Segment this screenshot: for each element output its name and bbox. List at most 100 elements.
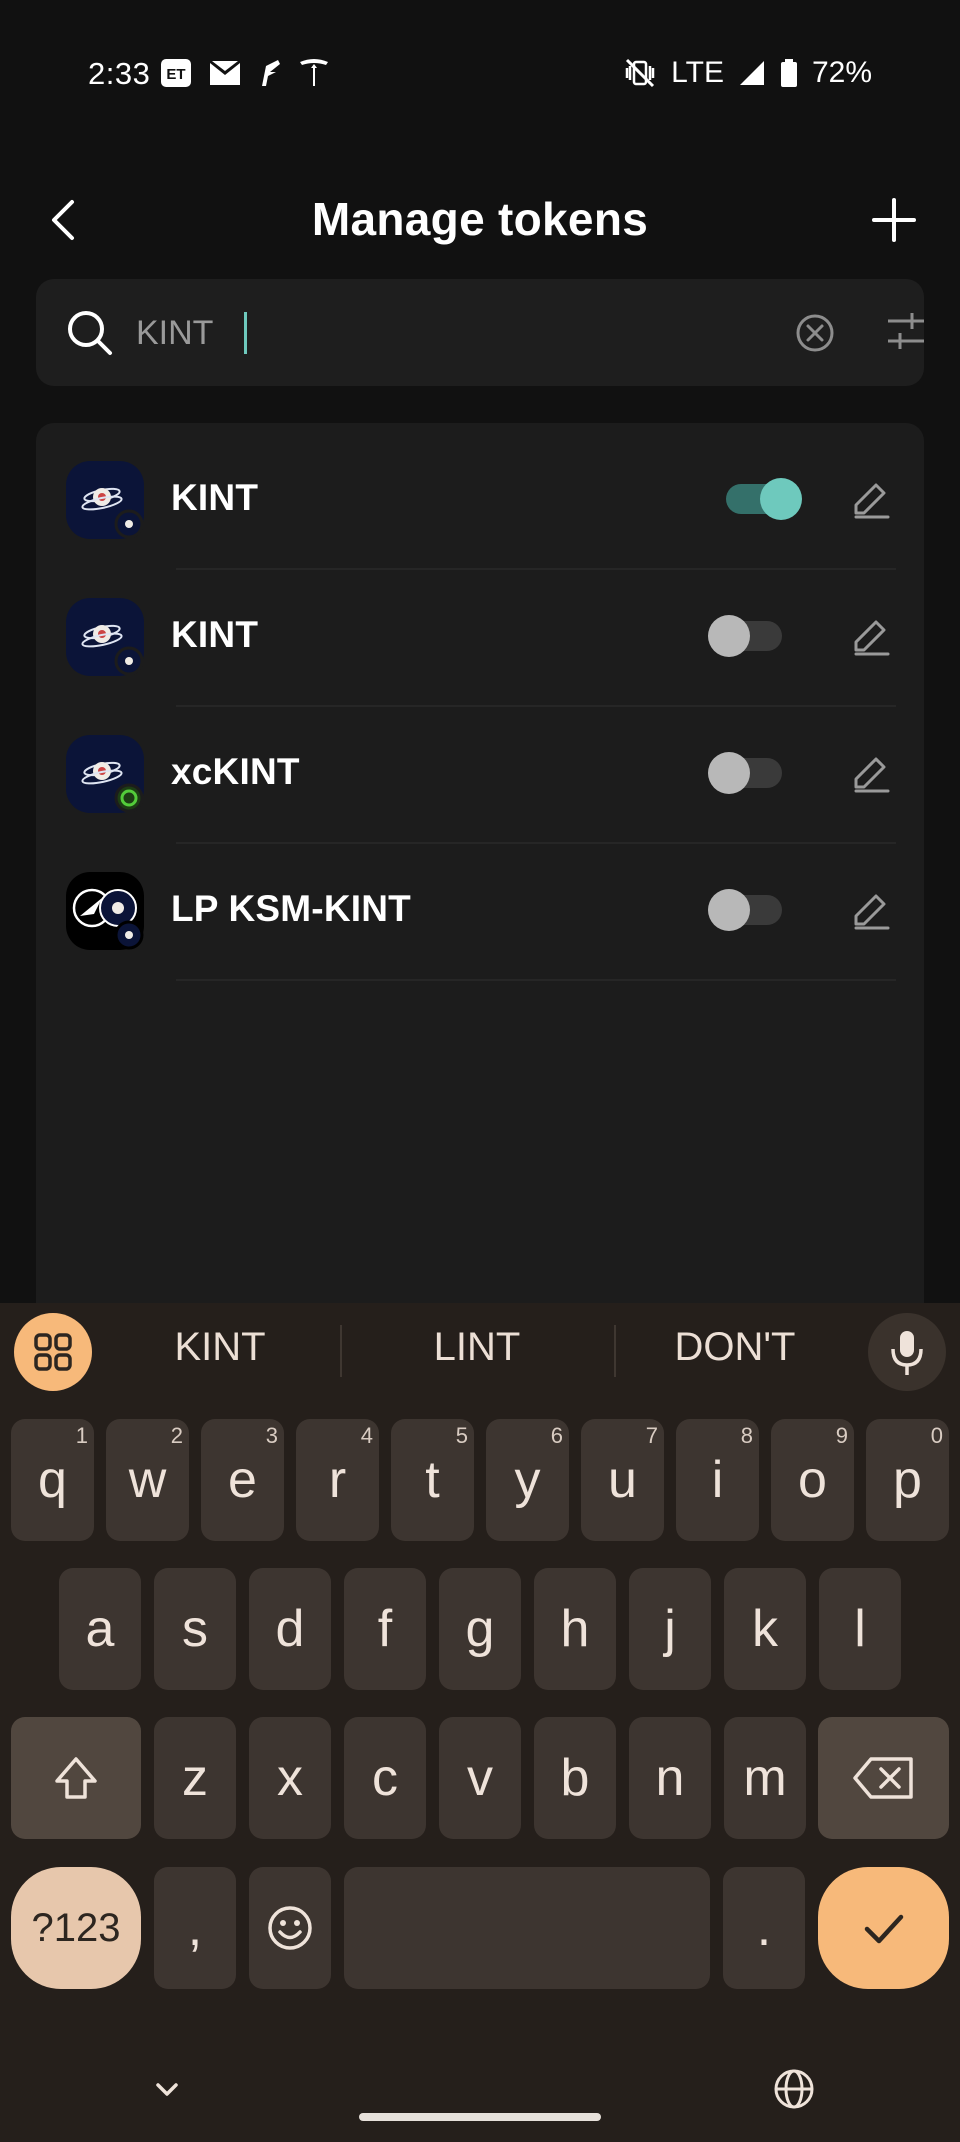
text-caret bbox=[244, 312, 247, 354]
comma-key[interactable]: , bbox=[154, 1867, 236, 1989]
key-e[interactable]: e3 bbox=[201, 1419, 284, 1541]
key-t[interactable]: t5 bbox=[391, 1419, 474, 1541]
token-list: KINT KINT xcKINT LP KSM-KINT bbox=[36, 423, 924, 1303]
filter-settings-button[interactable] bbox=[886, 309, 926, 355]
token-row-lp-ksm-kint: LP KSM-KINT bbox=[36, 844, 924, 981]
key-y[interactable]: y6 bbox=[486, 1419, 569, 1541]
toggle-knob bbox=[708, 889, 750, 931]
token-enabled-toggle[interactable] bbox=[726, 478, 802, 520]
search-input[interactable] bbox=[136, 304, 776, 362]
token-enabled-toggle[interactable] bbox=[708, 889, 782, 931]
key-l[interactable]: l bbox=[819, 1568, 901, 1690]
suggestion-item[interactable]: LINT bbox=[367, 1325, 587, 1370]
key-n[interactable]: n bbox=[629, 1717, 711, 1839]
xckint-token-logo bbox=[66, 735, 144, 813]
search-icon bbox=[68, 311, 112, 355]
toggle-knob bbox=[708, 752, 750, 794]
kint-token-logo bbox=[66, 598, 144, 676]
token-name: LP KSM-KINT bbox=[171, 888, 411, 929]
status-bar: 2:33 ET LTE 72% bbox=[0, 0, 960, 150]
network-type: LTE bbox=[671, 56, 724, 89]
token-name: xcKINT bbox=[171, 751, 300, 792]
suggestion-item[interactable]: KINT bbox=[110, 1325, 330, 1370]
key-z[interactable]: z bbox=[154, 1717, 236, 1839]
key-a[interactable]: a bbox=[59, 1568, 141, 1690]
grid-icon bbox=[34, 1333, 72, 1371]
key-x[interactable]: x bbox=[249, 1717, 331, 1839]
token-name: KINT bbox=[171, 477, 259, 518]
key-u[interactable]: u7 bbox=[581, 1419, 664, 1541]
toggle-knob bbox=[708, 615, 750, 657]
suggestion-item[interactable]: DON'T bbox=[625, 1325, 845, 1370]
backspace-key[interactable] bbox=[818, 1717, 949, 1839]
lp-ksm-kint-token-logo bbox=[66, 872, 144, 950]
key-r[interactable]: r4 bbox=[296, 1419, 379, 1541]
feather-icon bbox=[262, 60, 280, 86]
soft-keyboard: KINT LINT DON'T q1 w2 e3 r4 t5 y6 u7 i8 … bbox=[0, 1303, 960, 2142]
key-d[interactable]: d bbox=[249, 1568, 331, 1690]
key-f[interactable]: f bbox=[344, 1568, 426, 1690]
token-name: KINT bbox=[171, 614, 259, 655]
token-enabled-toggle[interactable] bbox=[708, 752, 782, 794]
token-row-kint: KINT bbox=[36, 433, 924, 570]
svg-text:ET: ET bbox=[166, 66, 185, 83]
hide-keyboard-icon[interactable] bbox=[150, 2073, 184, 2107]
vibrate-off-icon bbox=[625, 58, 655, 88]
period-key[interactable]: . bbox=[723, 1867, 805, 1989]
suggestion-strip: KINT LINT DON'T bbox=[0, 1303, 960, 1399]
emoji-key[interactable] bbox=[249, 1867, 331, 1989]
language-globe-icon[interactable] bbox=[772, 2067, 816, 2111]
key-p[interactable]: p0 bbox=[866, 1419, 949, 1541]
status-system-icons: LTE 72% bbox=[623, 56, 872, 90]
status-notification-icons: ET bbox=[160, 58, 330, 88]
key-w[interactable]: w2 bbox=[106, 1419, 189, 1541]
voice-input-button[interactable] bbox=[868, 1313, 946, 1391]
key-v[interactable]: v bbox=[439, 1717, 521, 1839]
key-h[interactable]: h bbox=[534, 1568, 616, 1690]
token-row-xckint: xcKINT bbox=[36, 707, 924, 844]
edit-token-button[interactable] bbox=[848, 614, 892, 658]
key-c[interactable]: c bbox=[344, 1717, 426, 1839]
key-b[interactable]: b bbox=[534, 1717, 616, 1839]
key-k[interactable]: k bbox=[724, 1568, 806, 1690]
mail-icon bbox=[210, 61, 240, 85]
plus-icon bbox=[872, 198, 916, 242]
key-o[interactable]: o9 bbox=[771, 1419, 854, 1541]
battery-percent: 72% bbox=[811, 56, 872, 89]
clear-search-button[interactable] bbox=[794, 312, 836, 354]
key-j[interactable]: j bbox=[629, 1568, 711, 1690]
edit-token-button[interactable] bbox=[848, 477, 892, 521]
et-icon: ET bbox=[161, 59, 191, 87]
key-q[interactable]: q1 bbox=[11, 1419, 94, 1541]
app-header: Manage tokens bbox=[0, 180, 960, 260]
key-s[interactable]: s bbox=[154, 1568, 236, 1690]
backspace-icon bbox=[852, 1757, 913, 1799]
tesla-icon bbox=[300, 59, 328, 86]
navigation-handle[interactable] bbox=[359, 2113, 601, 2121]
key-i[interactable]: i8 bbox=[676, 1419, 759, 1541]
edit-token-button[interactable] bbox=[848, 751, 892, 795]
key-m[interactable]: m bbox=[724, 1717, 806, 1839]
shift-icon bbox=[55, 1757, 97, 1799]
toggle-knob bbox=[760, 478, 802, 520]
key-g[interactable]: g bbox=[439, 1568, 521, 1690]
token-row-kint: KINT bbox=[36, 570, 924, 707]
kint-token-logo bbox=[66, 461, 144, 539]
emoji-icon bbox=[268, 1906, 312, 1950]
shift-key[interactable] bbox=[11, 1717, 141, 1839]
enter-key[interactable] bbox=[818, 1867, 949, 1989]
status-time: 2:33 bbox=[88, 56, 151, 91]
symbols-key[interactable]: ?123 bbox=[11, 1867, 141, 1989]
token-enabled-toggle[interactable] bbox=[708, 615, 782, 657]
battery-icon bbox=[780, 59, 797, 87]
search-bar bbox=[36, 279, 924, 386]
keyboard-apps-button[interactable] bbox=[14, 1313, 92, 1391]
check-icon bbox=[864, 1914, 903, 1944]
page-title: Manage tokens bbox=[311, 193, 649, 245]
edit-token-button[interactable] bbox=[848, 888, 892, 932]
microphone-icon bbox=[891, 1331, 923, 1375]
add-token-button[interactable] bbox=[864, 190, 924, 250]
space-key[interactable] bbox=[344, 1867, 710, 1989]
suggestion-separator bbox=[614, 1325, 616, 1377]
row-divider bbox=[176, 979, 896, 981]
